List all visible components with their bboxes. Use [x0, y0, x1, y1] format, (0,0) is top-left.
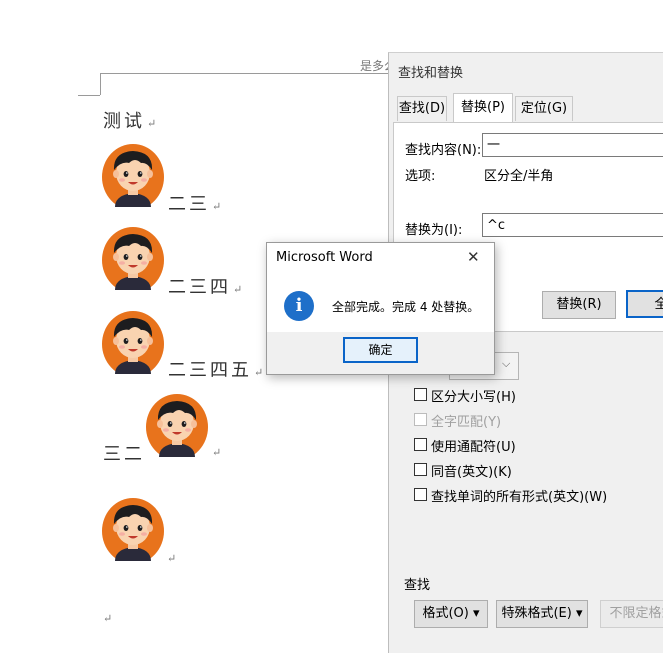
- avatar-image[interactable]: [101, 497, 165, 561]
- doc-text: 二三: [168, 194, 210, 215]
- find-label: 查找内容(N):: [405, 143, 482, 158]
- checkbox-label: 区分大小写(H): [431, 390, 516, 405]
- info-icon: i: [284, 291, 314, 321]
- options-label: 选项:: [405, 169, 436, 184]
- paragraph-mark: ↵: [167, 552, 177, 565]
- doc-line[interactable]: 二三四 ↵: [168, 273, 242, 299]
- doc-line-end: ↵: [210, 440, 221, 461]
- paragraph-mark: ↵: [147, 117, 157, 130]
- checkbox[interactable]: [414, 438, 427, 451]
- tab-replace[interactable]: 替换(P): [453, 93, 513, 122]
- replace-input[interactable]: ^c: [482, 213, 663, 237]
- ok-button[interactable]: 确定: [343, 337, 418, 363]
- checkbox[interactable]: [414, 488, 427, 501]
- doc-line-end: ↵: [165, 546, 176, 567]
- doc-text: 二三四: [168, 277, 231, 298]
- replace-all-button[interactable]: 全: [626, 290, 663, 318]
- crop-mark: [100, 73, 390, 74]
- crop-mark: [78, 95, 100, 96]
- doc-title-line[interactable]: 测试 ↵: [103, 107, 156, 133]
- replace-label: 替换为(I):: [405, 223, 463, 238]
- doc-line[interactable]: 二三四五 ↵: [168, 356, 263, 382]
- doc-text: 测试: [103, 111, 145, 132]
- no-formatting-button: 不限定格式: [600, 600, 663, 628]
- avatar-image[interactable]: [101, 143, 165, 207]
- message-text: 全部完成。完成 4 处替换。: [332, 300, 480, 314]
- paragraph-mark: ↵: [212, 446, 222, 459]
- special-button[interactable]: 特殊格式(E) ▾: [496, 600, 588, 628]
- tab-find[interactable]: 查找(D): [397, 96, 447, 121]
- dialog-title: 查找和替换: [398, 66, 464, 81]
- paragraph-mark: ↵: [233, 283, 243, 296]
- avatar-image[interactable]: [145, 393, 209, 457]
- checkbox[interactable]: [414, 388, 427, 401]
- find-input[interactable]: 一: [482, 133, 663, 157]
- doc-line[interactable]: 二三 ↵: [168, 190, 221, 216]
- checkbox-label: 查找单词的所有形式(英文)(W): [431, 490, 608, 505]
- tab-goto[interactable]: 定位(G): [515, 96, 573, 121]
- paragraph-mark: ↵: [254, 366, 264, 379]
- format-button[interactable]: 格式(O) ▾: [414, 600, 488, 628]
- checkbox-label: 同音(英文)(K): [431, 465, 512, 480]
- paragraph-mark: ↵: [103, 612, 113, 625]
- message-title: Microsoft Word: [276, 250, 373, 265]
- close-icon[interactable]: ✕: [467, 248, 480, 266]
- chevron-down-icon: ⌵: [502, 357, 511, 370]
- doc-line-end: ↵: [101, 606, 112, 627]
- checkbox: [414, 413, 427, 426]
- paragraph-mark: ↵: [212, 200, 222, 213]
- doc-line[interactable]: 三二: [103, 440, 145, 466]
- replace-button[interactable]: 替换(R): [542, 291, 616, 319]
- message-box: Microsoft Word ✕ i 全部完成。完成 4 处替换。 确定: [266, 242, 495, 375]
- checkbox-label: 使用通配符(U): [431, 440, 516, 455]
- doc-text: 二三四五: [168, 360, 252, 381]
- checkbox[interactable]: [414, 463, 427, 476]
- crop-mark: [100, 73, 101, 95]
- options-value: 区分全/半角: [484, 169, 554, 184]
- avatar-image[interactable]: [101, 310, 165, 374]
- find-section-label: 查找: [404, 578, 431, 593]
- checkbox-label: 全字匹配(Y): [431, 415, 502, 430]
- avatar-image[interactable]: [101, 226, 165, 290]
- doc-text: 三二: [103, 444, 145, 465]
